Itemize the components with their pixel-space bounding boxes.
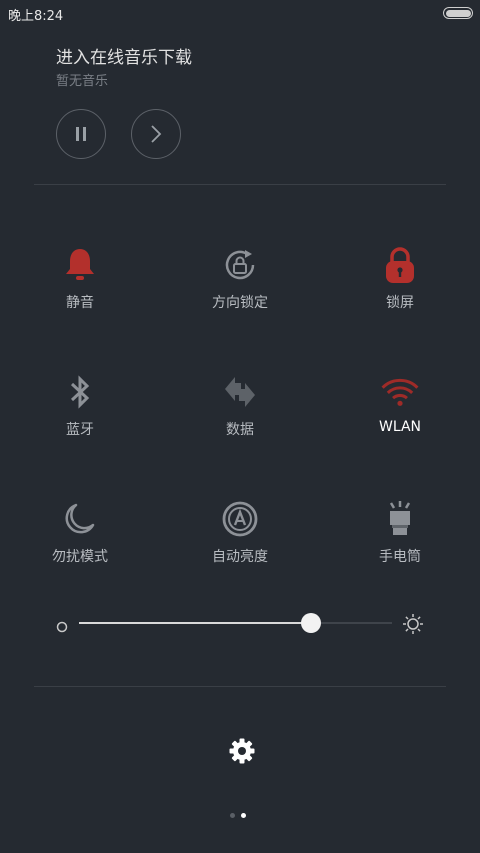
pause-button[interactable] [56,109,106,159]
toggle-lock-screen[interactable]: 锁屏 [340,245,460,315]
toggle-auto-brightness[interactable]: 自动亮度 [180,499,300,569]
pause-icon [76,127,86,141]
brightness-slider-thumb[interactable] [300,613,321,633]
divider-top [34,184,446,185]
toggle-label: 锁屏 [386,295,414,311]
page-indicator [230,813,250,819]
brightness-slider[interactable] [79,613,392,633]
toggle-wlan[interactable]: WLAN [340,372,460,442]
auto-brightness-icon [220,499,260,539]
page-dot [241,813,246,818]
toggle-label: 方向锁定 [212,295,268,311]
toggle-label: 自动亮度 [212,549,268,565]
toggle-bluetooth[interactable]: 蓝牙 [20,372,140,442]
music-title[interactable]: 进入在线音乐下载 [56,43,192,68]
status-time: 晚上8:24 [8,9,64,24]
flashlight-icon [380,499,420,539]
gear-icon [229,738,255,764]
chevron-right-icon [151,125,162,143]
wifi-icon [380,372,420,412]
brightness-low-icon [56,618,68,633]
toggle-label: 手电筒 [379,549,421,565]
data-arrows-icon [220,372,260,412]
divider-bottom [34,686,446,687]
toggle-dnd[interactable]: 勿扰模式 [20,499,140,569]
toggle-label: 蓝牙 [66,422,94,438]
bell-icon [60,245,100,285]
toggle-label: 勿扰模式 [52,549,108,565]
toggle-label: 静音 [66,295,94,311]
bluetooth-icon [60,372,100,412]
toggle-label: WLAN [378,419,421,435]
battery-icon [443,7,473,19]
settings-button[interactable] [227,736,257,766]
lock-icon [380,245,420,285]
toggle-flashlight[interactable]: 手电筒 [340,499,460,569]
toggle-rotation-lock[interactable]: 方向锁定 [180,245,300,315]
next-button[interactable] [131,109,181,159]
toggle-label: 数据 [226,422,254,438]
toggle-data[interactable]: 数据 [180,372,300,442]
brightness-high-icon [402,613,424,635]
music-subtitle: 暂无音乐 [56,74,109,89]
brightness-slider-fill [79,622,311,624]
status-bar: 晚上8:24 [0,0,480,26]
rotation-lock-icon [220,245,260,285]
moon-icon [60,499,100,539]
page-dot [230,813,235,818]
toggle-mute[interactable]: 静音 [20,245,140,315]
